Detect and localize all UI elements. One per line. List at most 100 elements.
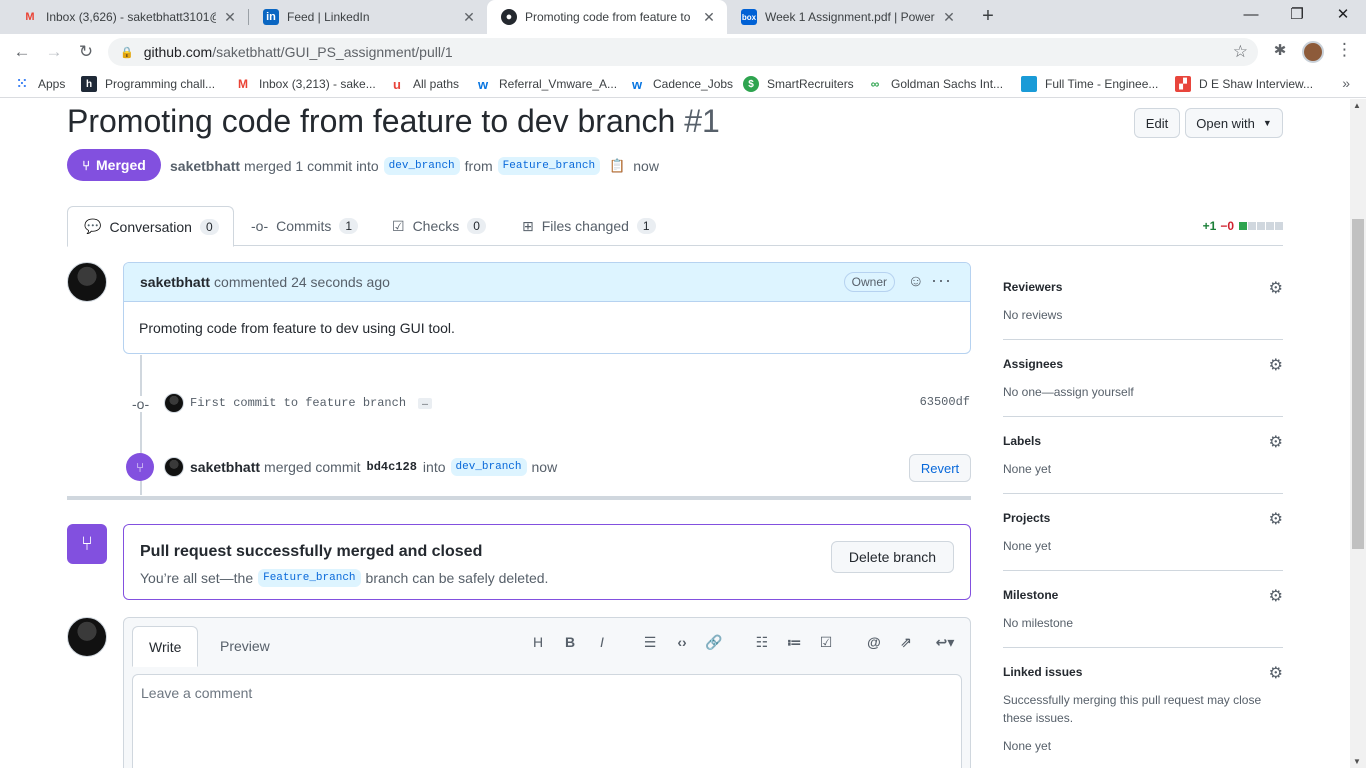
- avatar[interactable]: [67, 617, 107, 657]
- tab-write[interactable]: Write: [132, 626, 199, 667]
- restore-icon[interactable]: ❐: [1274, 0, 1320, 34]
- browser-tab-gmail[interactable]: M Inbox (3,626) - saketbhatt3101@ ✕: [8, 0, 248, 34]
- copy-icon[interactable]: 📋: [609, 158, 625, 174]
- browser-tab-box[interactable]: box Week 1 Assignment.pdf | Powere ✕: [727, 0, 967, 34]
- bookmark-fulltime[interactable]: Full Time - Enginee...: [1021, 76, 1158, 92]
- mention-icon[interactable]: @: [863, 634, 885, 650]
- sidebar-heading[interactable]: Milestone: [1003, 588, 1058, 602]
- back-icon[interactable]: ←: [10, 40, 34, 64]
- edit-button[interactable]: Edit: [1134, 108, 1180, 138]
- page-scrollbar[interactable]: ▲ ▼: [1350, 99, 1366, 768]
- heading-icon[interactable]: H: [527, 634, 549, 650]
- tab-title: Week 1 Assignment.pdf | Powere: [765, 10, 935, 24]
- sidebar-heading[interactable]: Projects: [1003, 511, 1050, 525]
- sidebar-heading[interactable]: Linked issues: [1003, 665, 1082, 679]
- bookmark-label: Referral_Vmware_A...: [499, 77, 618, 91]
- sidebar-heading[interactable]: Labels: [1003, 434, 1041, 448]
- bookmarks-overflow-icon[interactable]: »: [1342, 75, 1350, 91]
- new-tab-button[interactable]: +: [976, 5, 1000, 29]
- scroll-down-icon[interactable]: ▼: [1353, 757, 1361, 766]
- task-list-icon[interactable]: ☑: [815, 634, 837, 651]
- tab-conversation[interactable]: 💬 Conversation 0: [67, 206, 234, 247]
- kebab-menu-icon[interactable]: ···: [931, 270, 952, 291]
- page-icon: [1021, 76, 1037, 92]
- tab-title: Feed | LinkedIn: [287, 10, 370, 24]
- bookmark-smartrecruiters[interactable]: $ SmartRecruiters: [743, 76, 854, 92]
- bold-icon[interactable]: B: [559, 634, 581, 650]
- bookmark-cadence[interactable]: w Cadence_Jobs: [629, 76, 733, 92]
- profile-avatar[interactable]: [1302, 41, 1324, 63]
- commit-sha[interactable]: 63500df: [920, 395, 970, 409]
- merge-branch[interactable]: dev_branch: [450, 458, 527, 476]
- delete-branch-button[interactable]: Delete branch: [831, 541, 954, 573]
- sidebar-value: None yet: [1003, 462, 1052, 476]
- tab-files-changed[interactable]: ⊞ Files changed 1: [506, 206, 672, 246]
- address-bar[interactable]: 🔒 github.com/saketbhatt/GUI_PS_assignmen…: [108, 38, 1258, 66]
- avatar[interactable]: [67, 262, 107, 302]
- gear-icon[interactable]: ⚙: [1269, 586, 1283, 606]
- comment-timestamp[interactable]: commented 24 seconds ago: [214, 274, 390, 290]
- avatar[interactable]: [164, 393, 184, 413]
- extensions-icon[interactable]: ✱: [1270, 41, 1290, 61]
- github-pr-page: Promoting code from feature to dev branc…: [0, 99, 1350, 768]
- commit-message[interactable]: First commit to feature branch: [190, 396, 406, 410]
- bookmark-vmware[interactable]: w Referral_Vmware_A...: [475, 76, 617, 92]
- scrollbar-thumb[interactable]: [1352, 219, 1364, 549]
- base-branch[interactable]: dev_branch: [383, 157, 460, 175]
- head-branch[interactable]: Feature_branch: [497, 157, 601, 175]
- close-tab-icon[interactable]: ✕: [461, 9, 477, 26]
- sidebar-heading[interactable]: Reviewers: [1003, 280, 1062, 294]
- link-icon[interactable]: 🔗: [703, 634, 725, 651]
- emoji-reaction-icon[interactable]: ☺: [908, 273, 924, 291]
- tab-commits[interactable]: -o- Commits 1: [235, 206, 374, 246]
- gear-icon[interactable]: ⚙: [1269, 355, 1283, 375]
- tab-counter: 0: [199, 218, 219, 235]
- close-tab-icon[interactable]: ✕: [701, 9, 717, 26]
- unordered-list-icon[interactable]: ☷: [751, 634, 773, 651]
- minimize-icon[interactable]: —: [1228, 0, 1274, 34]
- merged-branch[interactable]: Feature_branch: [258, 569, 361, 587]
- forward-icon[interactable]: →: [42, 40, 66, 64]
- tab-preview[interactable]: Preview: [204, 626, 286, 666]
- gear-icon[interactable]: ⚙: [1269, 509, 1283, 529]
- quote-icon[interactable]: ☰: [639, 634, 661, 651]
- gear-icon[interactable]: ⚙: [1269, 432, 1283, 452]
- hackerrank-icon: h: [81, 76, 97, 92]
- close-tab-icon[interactable]: ✕: [222, 9, 238, 26]
- merge-author[interactable]: saketbhatt: [190, 459, 260, 475]
- reference-icon[interactable]: ⇗: [895, 634, 917, 651]
- merge-commit-sha[interactable]: bd4c128: [367, 460, 417, 474]
- reply-icon[interactable]: ↩▾: [930, 634, 960, 651]
- italic-icon[interactable]: I: [591, 634, 613, 650]
- author-link[interactable]: saketbhatt: [170, 158, 240, 174]
- avatar[interactable]: [164, 457, 184, 477]
- commit-expand-button[interactable]: …: [418, 397, 433, 409]
- bookmark-apps[interactable]: ⁙ Apps: [14, 76, 66, 92]
- bookmark-goldman[interactable]: ∞ Goldman Sachs Int...: [867, 76, 1003, 92]
- bookmark-deshaw[interactable]: ▞ D E Shaw Interview...: [1175, 76, 1313, 92]
- comment-author[interactable]: saketbhatt: [140, 274, 210, 290]
- open-with-button[interactable]: Open with ▼: [1185, 108, 1283, 138]
- browser-tab-linkedin[interactable]: in Feed | LinkedIn ✕: [249, 0, 487, 34]
- code-icon[interactable]: ‹›: [671, 634, 693, 650]
- browser-tab-github[interactable]: ● Promoting code from feature to ✕: [487, 0, 727, 34]
- merged-status-box: Pull request successfully merged and clo…: [123, 524, 971, 600]
- reload-icon[interactable]: ↻: [74, 40, 98, 64]
- bookmark-hackerrank[interactable]: h Programming chall...: [81, 76, 215, 92]
- bookmark-star-icon[interactable]: ☆: [1233, 42, 1248, 62]
- scroll-up-icon[interactable]: ▲: [1353, 101, 1361, 110]
- bookmark-udemy[interactable]: u All paths: [389, 76, 459, 92]
- browser-menu-icon[interactable]: ⋮: [1336, 40, 1353, 60]
- close-tab-icon[interactable]: ✕: [941, 9, 957, 26]
- sidebar-reviewers: Reviewers No reviews ⚙: [1003, 280, 1283, 340]
- gear-icon[interactable]: ⚙: [1269, 663, 1283, 683]
- revert-button[interactable]: Revert: [909, 454, 971, 482]
- comment-textarea[interactable]: Leave a comment: [132, 674, 962, 768]
- sidebar-heading[interactable]: Assignees: [1003, 357, 1063, 371]
- gear-icon[interactable]: ⚙: [1269, 278, 1283, 298]
- window-close-icon[interactable]: ✕: [1320, 0, 1366, 34]
- bookmark-gmail[interactable]: M Inbox (3,213) - sake...: [235, 76, 376, 92]
- sidebar-value[interactable]: No one—assign yourself: [1003, 383, 1273, 401]
- tab-checks[interactable]: ☑ Checks 0: [376, 206, 502, 246]
- ordered-list-icon[interactable]: ≔: [783, 634, 805, 651]
